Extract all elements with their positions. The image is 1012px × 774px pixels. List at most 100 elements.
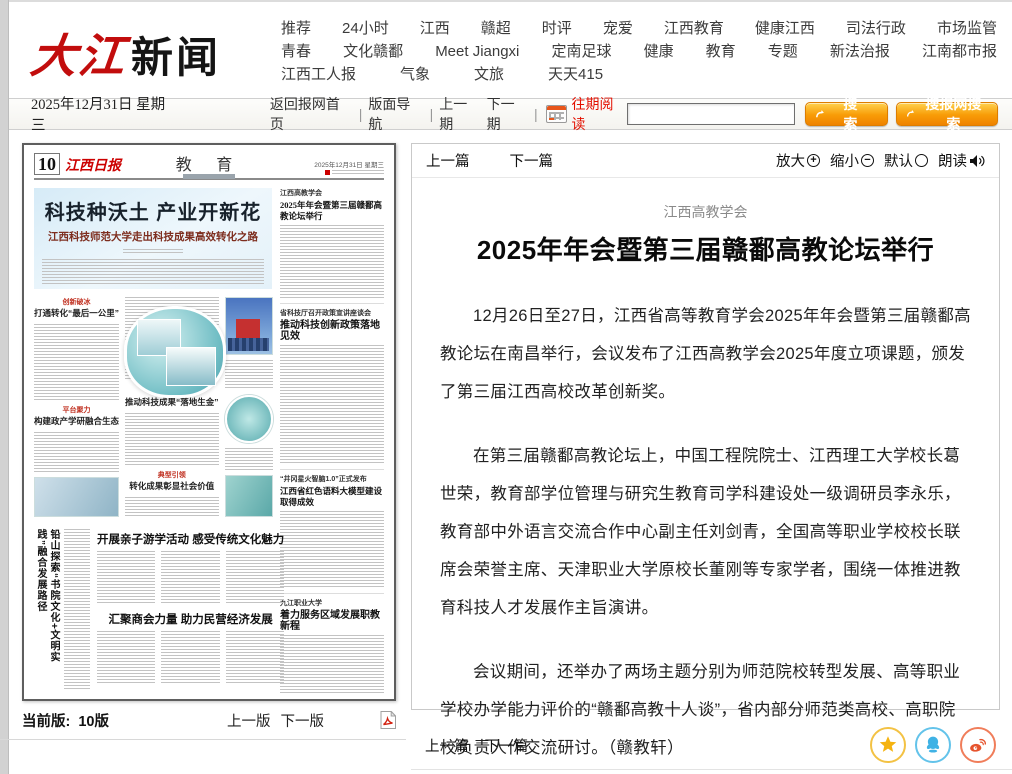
nav-link-zhuanti[interactable]: 专题 — [768, 41, 798, 63]
search-curl-icon — [815, 109, 826, 120]
site-search-button[interactable]: 搜报网搜索 — [896, 102, 998, 126]
search-curl-icon — [906, 109, 916, 119]
fake-text-block — [34, 432, 119, 472]
nav-link-jiangnan[interactable]: 江南都市报 — [922, 41, 997, 63]
paper-column-1: 创新破冰 打通转化“最后一公里” 平台聚力 构建政产学研融合生态 — [34, 297, 119, 517]
column-section-header: 典型引领 转化成果彰显社会价值 — [125, 470, 219, 492]
nav-link-shiping[interactable]: 时评 — [542, 18, 572, 40]
past-issues-link[interactable]: 往期阅读 — [571, 94, 626, 134]
logo-text-black: 新闻 — [131, 34, 221, 81]
side-article-title: 推动科技创新政策落地见效 — [280, 320, 384, 342]
search-button[interactable]: 搜 索 — [805, 102, 888, 126]
share-icons — [870, 727, 996, 763]
nav-link-qingchun[interactable]: 青春 — [281, 41, 311, 63]
prev-issue-link[interactable]: 上一期 — [439, 94, 480, 134]
zoom-out-icon: − — [861, 154, 874, 167]
fake-text-block — [226, 551, 284, 603]
nav-link-24h[interactable]: 24小时 — [342, 18, 389, 40]
search-input[interactable] — [627, 103, 795, 125]
nav-link-tuijian[interactable]: 推荐 — [281, 18, 311, 40]
prev-page-link[interactable]: 上一版 — [227, 710, 271, 731]
separator: | — [534, 106, 538, 122]
vertical-article: 铅山探索“书院文化+文明实践”融合发展路径 — [34, 529, 90, 689]
nav-row-2: 青春 文化赣鄱 Meet Jiangxi 定南足球 健康 教育 专题 新法治报 … — [281, 41, 997, 63]
bottom-headline-2: 汇聚商会力量 助力民营经济发展 — [97, 611, 284, 627]
main-nav: 推荐 24小时 江西 赣超 时评 宠爱 江西教育 健康江西 司法行政 市场监管 … — [281, 18, 997, 87]
qzone-share-icon[interactable] — [870, 727, 906, 763]
issue-links: 返回报网首页| 版面导航| 上一期 下一期| — [270, 94, 538, 134]
crowd-silhouette — [228, 338, 269, 350]
paper-body: 科技种沃土 产业开新花 江西科技师范大学走出科技成果高效转化之路 创新破冰 打通… — [34, 188, 384, 674]
nav-link-wenhua[interactable]: 文化赣鄱 — [343, 41, 403, 63]
side-article-title: 2025年年会暨第三届赣鄱高教论坛举行 — [280, 200, 384, 222]
zoom-out-label: 缩小 — [830, 150, 859, 171]
default-size-icon — [915, 154, 928, 167]
next-article-link[interactable]: 下一篇 — [510, 150, 554, 171]
fake-text-block — [125, 497, 219, 517]
nav-link-shichang[interactable]: 市场监管 — [937, 18, 997, 40]
default-size-control[interactable]: 默认 — [884, 150, 928, 171]
fake-text-block — [161, 631, 219, 683]
next-article-link-bottom[interactable]: 下一篇 — [485, 735, 529, 756]
layout-nav-link[interactable]: 版面导航 — [368, 94, 423, 134]
article-paragraph: 12月26日至27日，江西省高等教育学会2025年年会暨第三届赣鄱高教论坛在南昌… — [440, 297, 971, 411]
fake-text-block — [97, 631, 155, 683]
nav-link-meetjx[interactable]: Meet Jiangxi — [435, 41, 519, 63]
next-issue-link[interactable]: 下一期 — [487, 94, 528, 134]
qq-share-icon[interactable] — [915, 727, 951, 763]
back-home-link[interactable]: 返回报网首页 — [270, 94, 353, 134]
paper-section-tag-bar — [183, 174, 235, 179]
side-article-title: 江西省红色语料大模型建设取得成效 — [280, 486, 384, 508]
search-button-label: 搜 索 — [829, 94, 878, 134]
nav-link-tiantian415[interactable]: 天天415 — [548, 64, 603, 86]
red-banner — [236, 319, 260, 338]
fake-text-block — [34, 324, 119, 400]
nav-link-jiankang[interactable]: 健康 — [644, 41, 674, 63]
doctor-photo — [34, 477, 119, 517]
nav-link-ganchao[interactable]: 赣超 — [481, 18, 511, 40]
fake-text-block — [280, 511, 384, 589]
read-aloud-control[interactable]: 朗读 — [938, 150, 985, 171]
article-content: 江西高教学会 2025年年会暨第三届赣鄱高教论坛举行 12月26日至27日，江西… — [412, 178, 999, 767]
nav-link-qixiang[interactable]: 气象 — [400, 64, 430, 86]
divider — [0, 739, 406, 740]
fake-text-block — [97, 551, 155, 603]
next-page-link[interactable]: 下一版 — [280, 710, 324, 731]
nav-link-wenlv[interactable]: 文旅 — [474, 64, 504, 86]
issue-date: 2025年12月31日 星期三 — [31, 93, 178, 135]
site-header: 大江新闻 推荐 24小时 江西 赣超 时评 宠爱 江西教育 健康江西 司法行政 … — [9, 2, 1012, 96]
fake-text-block — [125, 413, 219, 465]
current-page-label: 当前版: — [22, 710, 70, 731]
nav-link-jxjiaoyu[interactable]: 江西教育 — [664, 18, 724, 40]
paper-section-title: 教 育 — [34, 151, 384, 175]
contest-group-photo — [225, 297, 273, 355]
zoom-in-label: 放大 — [776, 150, 805, 171]
side-article: 九江职业大学 着力服务区域发展职教新程 — [280, 598, 384, 699]
nav-link-sifa[interactable]: 司法行政 — [846, 18, 906, 40]
column-section-header: 创新破冰 打通转化“最后一公里” — [34, 297, 119, 319]
pdf-download-icon[interactable] — [380, 711, 396, 729]
site-logo[interactable]: 大江新闻 — [31, 20, 221, 86]
zoom-out-control[interactable]: 缩小− — [830, 150, 874, 171]
nav-link-gongren[interactable]: 江西工人报 — [281, 64, 356, 86]
calendar-icon[interactable] — [546, 105, 568, 123]
fake-columns — [97, 631, 284, 683]
nav-link-jkjiangxi[interactable]: 健康江西 — [755, 18, 815, 40]
newspaper-page-thumbnail[interactable]: 10 江西日报 教 育 2025年12月31日 星期三 科技种沃土 产业开新花 … — [22, 143, 396, 701]
fake-text-block — [280, 345, 384, 465]
column-section-header: 平台聚力 构建政产学研融合生态 — [34, 405, 119, 427]
side-article-title: 着力服务区域发展职教新程 — [280, 610, 384, 632]
fake-text-block — [161, 551, 219, 603]
fake-text-block — [280, 635, 384, 695]
nav-link-xinfazhi[interactable]: 新法治报 — [830, 41, 890, 63]
prev-article-link-bottom[interactable]: 上一篇 — [425, 735, 469, 756]
nav-link-dingnan[interactable]: 定南足球 — [551, 41, 611, 63]
zoom-in-control[interactable]: 放大+ — [776, 150, 820, 171]
nav-link-jiangxi[interactable]: 江西 — [420, 18, 450, 40]
separator: | — [430, 106, 434, 122]
nav-link-jiaoyu[interactable]: 教育 — [706, 41, 736, 63]
prev-article-link[interactable]: 上一篇 — [426, 150, 470, 171]
page-nav-links: 上一版 下一版 — [227, 710, 324, 731]
weibo-share-icon[interactable] — [960, 727, 996, 763]
nav-link-chongai[interactable]: 宠爱 — [603, 18, 633, 40]
